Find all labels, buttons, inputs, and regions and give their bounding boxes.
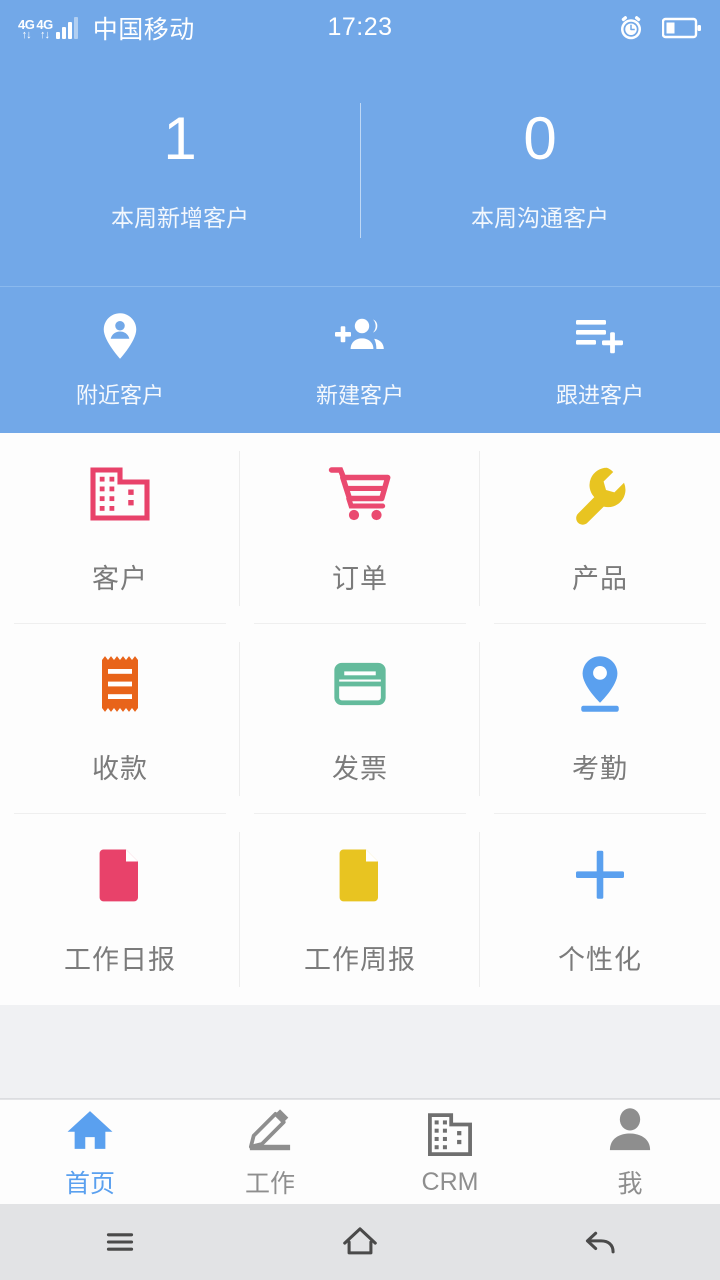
sim1-data-arrows-icon: ↑↓: [21, 28, 32, 41]
plus-icon: [576, 850, 624, 899]
tab-crm[interactable]: CRM: [360, 1108, 540, 1197]
nav-menu-button[interactable]: [0, 1218, 240, 1266]
quick-action-new-customer-label: 新建客户: [315, 383, 404, 408]
building-icon: [428, 1112, 472, 1156]
grid-item-personalize-label: 个性化: [558, 945, 642, 976]
status-bar-left: 4G ↑↓ 4G ↑↓ 中国移动: [18, 10, 195, 46]
tab-profile-label: 我: [617, 1170, 643, 1198]
battery-icon: [662, 17, 701, 38]
carrier-name: 中国移动: [92, 15, 195, 44]
grid-item-orders[interactable]: 订单: [240, 433, 480, 624]
status-bar-right: [616, 13, 702, 43]
grid-item-personalize[interactable]: 个性化: [480, 814, 720, 1005]
tab-work-label: 工作: [244, 1170, 295, 1198]
status-bar: 4G ↑↓ 4G ↑↓ 中国移动 17:23: [0, 0, 720, 55]
quick-action-nearby-customers[interactable]: 附近客户: [0, 310, 240, 410]
stat-new-customers-label: 本周新增客户: [111, 204, 249, 231]
grid-item-attendance-label: 考勤: [572, 754, 628, 785]
quick-action-new-customer[interactable]: 新建客户: [240, 310, 480, 410]
attendance-pin-icon: [581, 656, 619, 713]
alarm-clock-icon: [621, 15, 641, 39]
grid-item-invoice[interactable]: 发票: [240, 623, 480, 815]
menu-icon: [106, 1233, 134, 1251]
location-person-pin-icon: [103, 313, 137, 359]
invoice-card-icon: [334, 663, 386, 706]
stat-contacted-customers-value: 0: [523, 104, 557, 172]
list-add-icon: [576, 320, 623, 354]
tab-profile[interactable]: 我: [540, 1104, 720, 1200]
tab-crm-label: CRM: [421, 1167, 479, 1196]
document-pink-icon: [99, 849, 138, 902]
sim2-data-arrows-icon: ↑↓: [40, 28, 50, 41]
sim2-network-icon: 4G ↑↓: [36, 18, 53, 41]
grid-item-orders-label: 订单: [332, 563, 388, 594]
nav-home-button[interactable]: [240, 1218, 480, 1266]
quick-action-follow-up-customer[interactable]: 跟进客户: [480, 310, 720, 410]
stat-contacted-customers[interactable]: 0 本周沟通客户: [360, 104, 720, 233]
pencil-icon: [248, 1109, 291, 1151]
home-outline-icon: [343, 1227, 377, 1255]
android-navigation-bar: [0, 1204, 720, 1280]
grid-item-products-label: 产品: [572, 563, 628, 594]
person-add-group-icon: [335, 318, 384, 349]
quick-action-follow-up-customer-label: 跟进客户: [555, 383, 644, 408]
grid-item-payment-label: 收款: [92, 754, 148, 785]
grid-item-customers[interactable]: 客户: [0, 433, 240, 624]
stat-contacted-customers-label: 本周沟通客户: [471, 204, 609, 231]
grid-item-weekly-report-label: 工作周报: [304, 945, 416, 976]
content-spacer: [0, 1005, 720, 1099]
grid-item-customers-label: 客户: [92, 563, 148, 594]
wrench-icon: [576, 467, 626, 525]
grid-item-weekly-report[interactable]: 工作周报: [240, 814, 480, 1005]
building-icon: [90, 467, 150, 521]
nav-back-button[interactable]: [480, 1218, 720, 1266]
document-yellow-icon: [339, 849, 378, 902]
tab-home-label: 首页: [64, 1170, 115, 1198]
stat-new-customers-value: 1: [163, 104, 197, 172]
grid-item-payment[interactable]: 收款: [0, 623, 240, 815]
grid-item-daily-report-label: 工作日报: [64, 945, 176, 976]
stat-new-customers[interactable]: 1 本周新增客户: [0, 104, 360, 233]
quick-actions-bar: 附近客户 新建客户 跟进客户: [0, 287, 720, 433]
quick-action-nearby-customers-label: 附近客户: [75, 383, 164, 408]
sim1-network-icon: 4G ↑↓: [18, 18, 35, 41]
person-icon: [609, 1108, 651, 1151]
hero-stats-panel: 1 本周新增客户 0 本周沟通客户: [0, 55, 720, 287]
tab-home[interactable]: 首页: [0, 1104, 180, 1200]
shopping-cart-icon: [328, 467, 391, 520]
bottom-tab-bar: 首页 工作 CRM 我: [0, 1099, 720, 1204]
app-root: 4G ↑↓ 4G ↑↓ 中国移动 17:23 1 本周新增客户 0 本周沟通客户…: [0, 0, 720, 1280]
back-arrow-icon: [585, 1231, 615, 1254]
feature-grid: 客户 订单 产品 收款 发票 考勤 工作日报 工作周报 个性化: [0, 433, 720, 1005]
tab-work[interactable]: 工作: [180, 1104, 360, 1200]
hero-divider: [360, 103, 361, 238]
signal-bars-icon: [55, 16, 78, 39]
home-icon: [67, 1111, 113, 1149]
grid-item-invoice-label: 发票: [332, 754, 388, 785]
signal-indicators: 4G ↑↓ 4G ↑↓: [18, 16, 78, 41]
grid-item-attendance[interactable]: 考勤: [480, 623, 720, 815]
grid-item-products[interactable]: 产品: [480, 433, 720, 624]
receipt-icon: [102, 656, 138, 713]
grid-item-daily-report[interactable]: 工作日报: [0, 814, 240, 1005]
